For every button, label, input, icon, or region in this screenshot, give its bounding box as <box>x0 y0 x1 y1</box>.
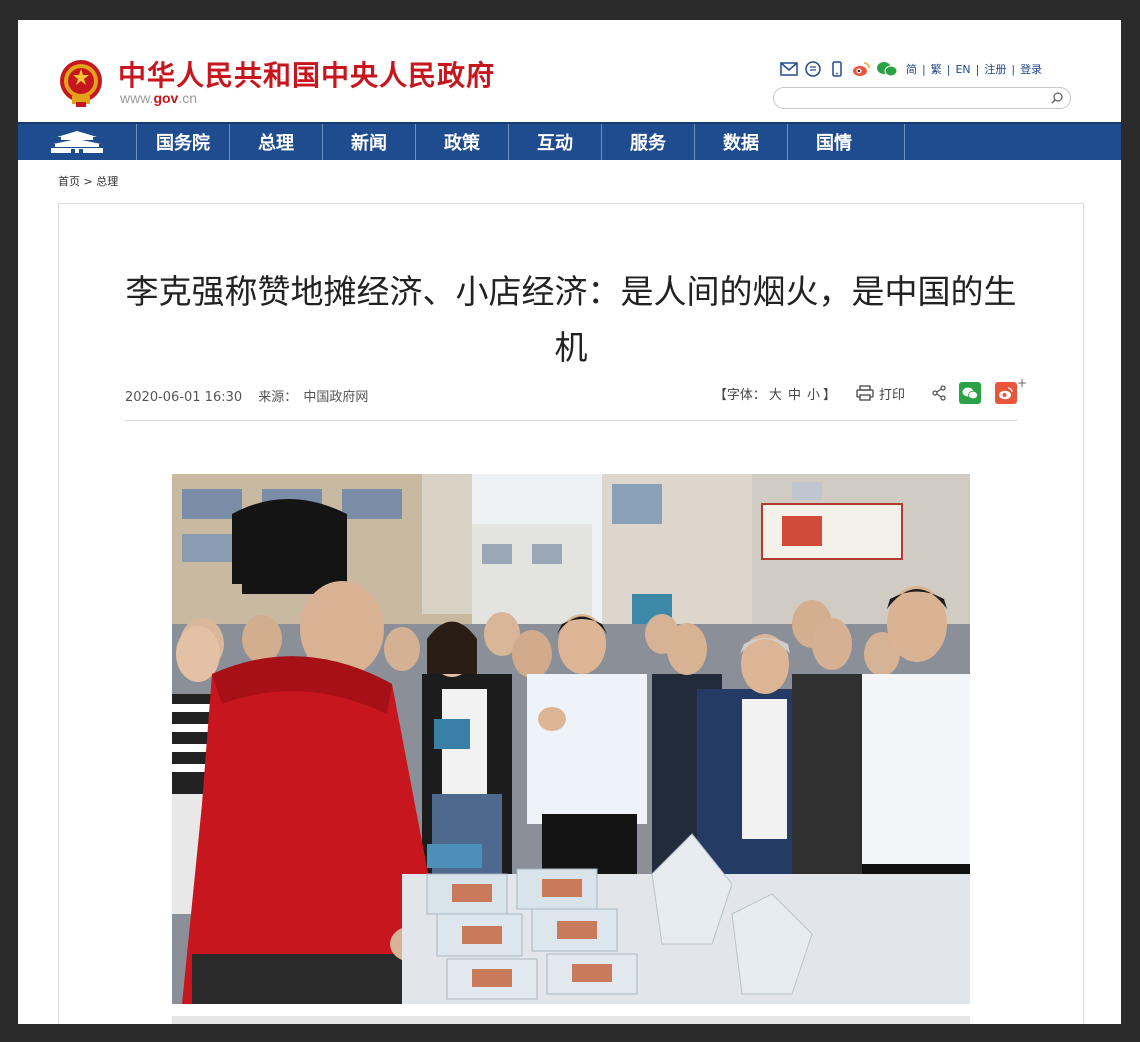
breadcrumb-separator: > <box>83 175 93 188</box>
main-nav: 国务院 总理 新闻 政策 互动 服务 数据 国情 <box>18 122 1121 160</box>
print-button[interactable]: 打印 <box>856 384 905 403</box>
font-size-large[interactable]: 大 <box>769 388 782 403</box>
top-links: 简 | 繁 | EN | 注册 | 登录 <box>906 61 1043 77</box>
font-size-control: 【字体：大中小】 <box>714 384 836 403</box>
mobile-icon[interactable] <box>828 61 846 77</box>
rss-icon[interactable] <box>804 61 822 77</box>
wechat-icon <box>962 387 978 399</box>
article-photo <box>172 474 970 1004</box>
weibo-icon <box>999 386 1013 399</box>
source: 来源： 中国政府网 <box>258 390 368 405</box>
publish-date: 2020-06-01 16:30 <box>125 390 243 405</box>
printer-icon <box>856 385 874 401</box>
link-english[interactable]: EN <box>955 63 970 76</box>
search-box <box>773 87 1071 109</box>
nav-item-policy[interactable]: 政策 <box>415 124 508 160</box>
source-name: 中国政府网 <box>303 390 369 405</box>
font-label-open: 【字体： <box>713 387 766 403</box>
mail-icon[interactable] <box>780 61 798 77</box>
nav-divider <box>904 124 905 160</box>
link-register[interactable]: 注册 <box>984 61 1006 77</box>
next-image-strip <box>172 1016 970 1024</box>
link-simplified[interactable]: 简 <box>906 61 917 77</box>
nav-item-interaction[interactable]: 互动 <box>508 124 601 160</box>
link-login[interactable]: 登录 <box>1020 61 1042 77</box>
search-input[interactable] <box>784 90 1048 108</box>
page: 中华人民共和国中央人民政府 www.gov.cn 简 | 繁 | EN | 注册… <box>18 20 1121 1024</box>
site-url-prefix: www. <box>120 90 154 106</box>
article-title: 李克强称赞地摊经济、小店经济：是人间的烟火，是中国的生机 <box>125 272 1017 368</box>
breadcrumb-current[interactable]: 总理 <box>96 175 118 188</box>
article-card: 李克强称赞地摊经济、小店经济：是人间的烟火，是中国的生机 2020-06-01 … <box>58 203 1084 1024</box>
nav-item-news[interactable]: 新闻 <box>322 124 415 160</box>
article-meta: 2020-06-01 16:30 来源： 中国政府网 【字体：大中小】 打印 + <box>125 376 1027 421</box>
nav-home[interactable] <box>18 124 136 160</box>
breadcrumb: 首页 > 总理 <box>58 173 118 189</box>
nav-item-state-council[interactable]: 国务院 <box>136 124 229 160</box>
wechat-icon[interactable] <box>876 61 898 77</box>
share-wechat-button[interactable] <box>959 382 981 404</box>
share-more[interactable]: + <box>1017 376 1027 390</box>
font-size-medium[interactable]: 中 <box>788 388 801 403</box>
print-label: 打印 <box>878 387 905 403</box>
site-title[interactable]: 中华人民共和国中央人民政府 <box>118 54 495 94</box>
nav-item-data[interactable]: 数据 <box>694 124 787 160</box>
source-label: 来源： <box>258 390 298 405</box>
font-size-small[interactable]: 小 <box>807 388 820 403</box>
font-label-close: 】 <box>822 387 836 403</box>
nav-item-service[interactable]: 服务 <box>601 124 694 160</box>
top-toolbar: 简 | 繁 | EN | 注册 | 登录 <box>780 60 1042 78</box>
share-weibo-button[interactable]: + <box>995 376 1027 404</box>
weibo-icon[interactable] <box>852 61 870 77</box>
site-header: 中华人民共和国中央人民政府 www.gov.cn 简 | 繁 | EN | 注册… <box>18 20 1121 122</box>
nav-item-premier[interactable]: 总理 <box>229 124 322 160</box>
site-url: www.gov.cn <box>120 90 197 106</box>
share-icon[interactable] <box>931 385 947 401</box>
search-icon[interactable] <box>1050 91 1064 105</box>
tiananmen-icon <box>51 131 103 153</box>
link-traditional[interactable]: 繁 <box>931 61 942 77</box>
site-url-gov: gov <box>153 90 179 106</box>
breadcrumb-home[interactable]: 首页 <box>58 175 80 188</box>
nav-item-national-info[interactable]: 国情 <box>787 124 880 160</box>
national-emblem-icon <box>60 60 102 107</box>
site-url-suffix: .cn <box>178 90 198 106</box>
